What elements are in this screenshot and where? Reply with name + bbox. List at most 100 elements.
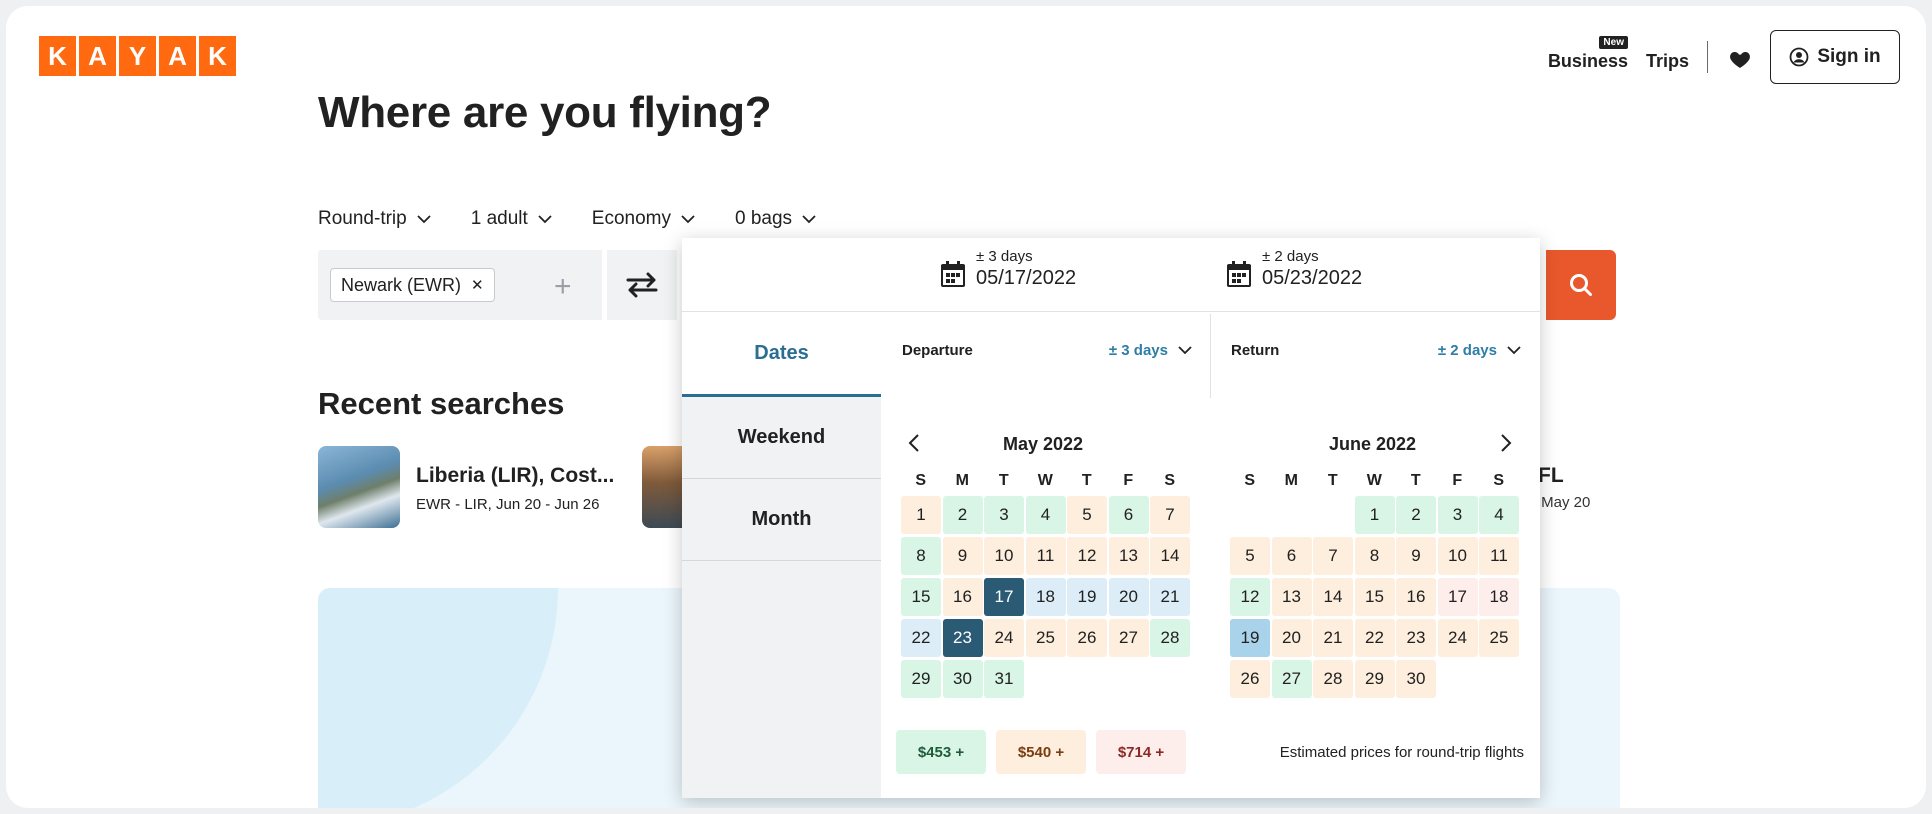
calendar-day[interactable]: 15	[901, 578, 941, 616]
calendar-day[interactable]: 24	[984, 619, 1024, 657]
calendar-day[interactable]: 8	[901, 537, 941, 575]
departure-date-value: 05/17/2022	[976, 267, 1077, 289]
recent-search-card[interactable]	[642, 446, 682, 528]
calendar-day[interactable]: 10	[1437, 537, 1478, 575]
departure-flex-dropdown[interactable]: ± 3 days	[1109, 342, 1192, 359]
calendar-day[interactable]: 25	[1479, 619, 1519, 657]
price-legend-pill: $540 +	[996, 730, 1086, 774]
calendar-day[interactable]: 2	[1396, 496, 1436, 534]
calendar-day[interactable]: 17	[1437, 578, 1478, 616]
calendar-day[interactable]: 27	[1108, 619, 1149, 657]
calendar-day[interactable]: 18	[1479, 578, 1519, 616]
close-icon[interactable]: ✕	[471, 276, 484, 294]
calendar-day[interactable]: 26	[1230, 660, 1270, 698]
calendar-day[interactable]: 28	[1150, 619, 1190, 657]
calendar-day[interactable]: 4	[1479, 496, 1519, 534]
travelers-dropdown[interactable]: 1 adult	[471, 208, 552, 230]
calendar-day[interactable]: 12	[1067, 537, 1107, 575]
calendar-day[interactable]: 1	[1354, 496, 1395, 534]
calendar-day[interactable]: 22	[901, 619, 941, 657]
heart-icon[interactable]	[1728, 47, 1752, 71]
calendar-day[interactable]: 19	[1230, 619, 1270, 657]
calendar-day[interactable]: 9	[942, 537, 983, 575]
calendar-day[interactable]: 12	[1230, 578, 1270, 616]
calendar-day[interactable]: 28	[1313, 660, 1353, 698]
calendar-day[interactable]: 5	[1230, 537, 1270, 575]
return-flex-label: ± 2 days	[1262, 248, 1319, 265]
bags-dropdown[interactable]: 0 bags	[735, 208, 816, 230]
return-flex-dropdown[interactable]: ± 2 days	[1438, 342, 1521, 359]
trips-link[interactable]: Trips	[1646, 43, 1689, 72]
origin-field[interactable]: Newark (EWR) ✕ +	[318, 250, 602, 320]
return-date-input[interactable]: ± 2 days 05/23/2022	[1226, 248, 1362, 290]
cabin-class-dropdown[interactable]: Economy	[592, 208, 695, 230]
calendar-day[interactable]: 8	[1354, 537, 1395, 575]
calendar-day[interactable]: 5	[1067, 496, 1107, 534]
calendar-day[interactable]: 6	[1108, 496, 1149, 534]
recent-searches-heading: Recent searches	[318, 386, 565, 421]
weekday-label: M	[1284, 472, 1298, 489]
return-flex-row: Return ± 2 days	[1231, 342, 1521, 359]
calendar-day[interactable]: 1	[901, 496, 941, 534]
calendar-day[interactable]: 30	[942, 660, 983, 698]
prev-month-icon[interactable]	[908, 434, 920, 452]
return-date-value: 05/23/2022	[1262, 267, 1363, 289]
calendar-day[interactable]: 20	[1271, 619, 1312, 657]
business-link[interactable]: New Business	[1548, 35, 1628, 72]
chevron-down-icon	[1178, 346, 1192, 355]
weekday-label: T	[998, 472, 1009, 489]
calendar-day[interactable]: 11	[1479, 537, 1519, 575]
calendar-day[interactable]: 29	[901, 660, 941, 698]
calendar-day[interactable]: 31	[984, 660, 1024, 698]
next-month-icon[interactable]	[1500, 434, 1512, 452]
calendar-day[interactable]: 17	[984, 578, 1024, 616]
sign-in-button[interactable]: Sign in	[1770, 30, 1900, 84]
destination-thumbnail	[318, 446, 400, 528]
calendar-day[interactable]: 9	[1396, 537, 1436, 575]
calendar-day[interactable]: 7	[1150, 496, 1190, 534]
calendar-day[interactable]: 11	[1025, 537, 1066, 575]
trip-type-dropdown[interactable]: Round-trip	[318, 208, 431, 230]
calendar-day[interactable]: 7	[1313, 537, 1353, 575]
calendar-day[interactable]: 22	[1354, 619, 1395, 657]
calendar-day[interactable]: 25	[1025, 619, 1066, 657]
add-origin-icon[interactable]: +	[554, 270, 572, 304]
calendar-day[interactable]: 3	[1437, 496, 1478, 534]
calendar-day[interactable]: 14	[1313, 578, 1353, 616]
chevron-down-icon	[802, 214, 816, 223]
recent-search-card[interactable]: Liberia (LIR), Cost... EWR - LIR, Jun 20…	[318, 446, 614, 528]
calendar-day[interactable]: 13	[1271, 578, 1312, 616]
calendar-day[interactable]: 20	[1108, 578, 1149, 616]
calendar-day[interactable]: 2	[942, 496, 983, 534]
calendar-day[interactable]: 29	[1354, 660, 1395, 698]
calendar-day[interactable]: 15	[1354, 578, 1395, 616]
kayak-logo[interactable]: KAYAK	[39, 36, 236, 76]
calendar-day[interactable]: 14	[1150, 537, 1190, 575]
logo-letter: A	[79, 36, 116, 76]
tab-month[interactable]: Month	[682, 479, 881, 561]
calendar-day[interactable]: 21	[1313, 619, 1353, 657]
calendar-day[interactable]: 23	[942, 619, 983, 657]
new-badge: New	[1599, 35, 1628, 49]
calendar-day[interactable]: 6	[1271, 537, 1312, 575]
calendar-day[interactable]: 21	[1150, 578, 1190, 616]
calendar-day[interactable]: 26	[1067, 619, 1107, 657]
recent-search-title[interactable]: FL	[1538, 464, 1564, 488]
calendar-day[interactable]: 18	[1025, 578, 1066, 616]
calendar-day[interactable]: 13	[1108, 537, 1149, 575]
search-button[interactable]	[1546, 250, 1616, 320]
calendar-day[interactable]: 23	[1396, 619, 1436, 657]
calendar-day[interactable]: 27	[1271, 660, 1312, 698]
calendar-day[interactable]: 4	[1025, 496, 1066, 534]
calendar-day[interactable]: 10	[984, 537, 1024, 575]
calendar-day[interactable]: 16	[942, 578, 983, 616]
calendar-day[interactable]: 16	[1396, 578, 1436, 616]
calendar-day[interactable]: 19	[1067, 578, 1107, 616]
swap-button[interactable]	[607, 250, 677, 320]
calendar-day[interactable]: 30	[1396, 660, 1436, 698]
departure-date-input[interactable]: ± 3 days 05/17/2022	[940, 248, 1076, 290]
calendar-day[interactable]: 3	[984, 496, 1024, 534]
tab-weekend[interactable]: Weekend	[682, 397, 881, 479]
calendar-day[interactable]: 24	[1437, 619, 1478, 657]
tab-dates[interactable]: Dates	[682, 312, 881, 397]
